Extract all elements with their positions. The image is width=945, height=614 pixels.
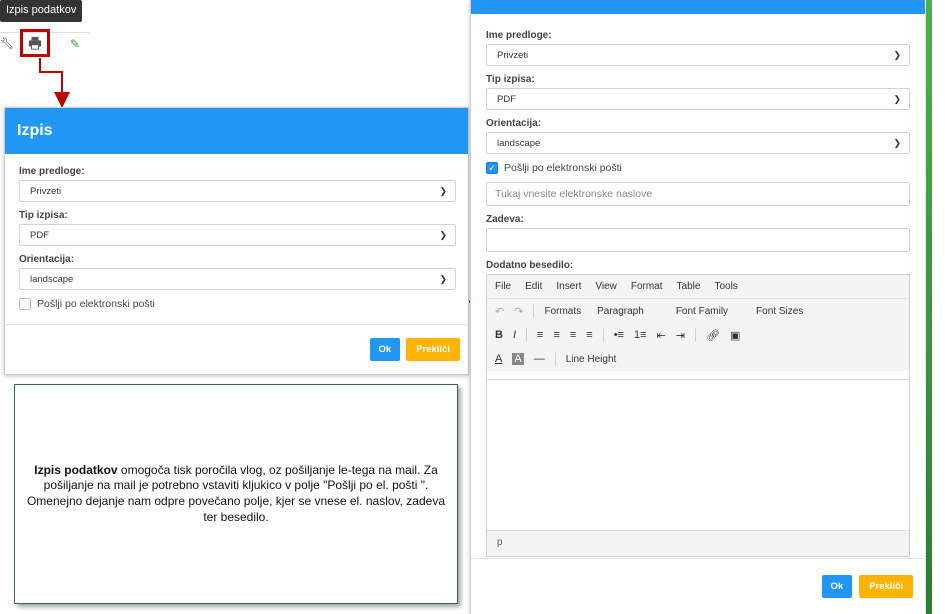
align-center-icon[interactable]: ≡ bbox=[553, 329, 559, 341]
chevron-down-icon: ❯ bbox=[893, 93, 901, 104]
menu-tools[interactable]: Tools bbox=[714, 281, 737, 292]
chevron-down-icon: ❯ bbox=[439, 273, 447, 284]
orientation-select[interactable]: landscape ❯ bbox=[486, 132, 910, 154]
arrow-print-to-modal bbox=[39, 58, 70, 108]
orientation-label: Orientacija: bbox=[19, 254, 75, 265]
undo-icon[interactable]: ↶ bbox=[495, 305, 504, 318]
template-select[interactable]: Privzeti ❯ bbox=[19, 180, 456, 202]
link-icon[interactable]: 🔗︎ bbox=[706, 329, 720, 342]
dialog-title: Izpis bbox=[5, 108, 468, 154]
align-justify-icon[interactable]: ≡ bbox=[586, 329, 592, 341]
editor-menubar: File Edit Insert View Format Table Tools bbox=[487, 275, 909, 299]
menu-format[interactable]: Format bbox=[631, 281, 663, 292]
template-label: Ime predloge: bbox=[486, 30, 552, 41]
row-toolbar: 🔧︎ ✎ bbox=[0, 29, 90, 57]
menu-edit[interactable]: Edit bbox=[525, 281, 542, 292]
print-dialog-small: Izpis Ime predloge: Privzeti ❯ Tip izpisa… bbox=[4, 107, 469, 375]
italic-icon[interactable]: I bbox=[513, 329, 516, 341]
image-icon[interactable]: ▣ bbox=[730, 329, 740, 342]
numbered-list-icon[interactable]: 1≡ bbox=[634, 329, 647, 341]
chevron-down-icon: ❯ bbox=[439, 229, 447, 240]
print-button[interactable] bbox=[20, 29, 50, 57]
redo-icon[interactable]: ↷ bbox=[514, 305, 523, 318]
type-label: Tip izpisa: bbox=[19, 210, 68, 221]
chevron-down-icon: ❯ bbox=[439, 185, 447, 196]
type-label: Tip izpisa: bbox=[486, 74, 535, 85]
cancel-button[interactable]: Prekliči bbox=[406, 338, 460, 361]
align-right-icon[interactable]: ≡ bbox=[570, 329, 576, 341]
editor-statusbar: p bbox=[487, 530, 909, 556]
rich-text-editor: File Edit Insert View Format Table Tools… bbox=[486, 274, 910, 557]
orientation-select[interactable]: landscape ❯ bbox=[19, 268, 456, 290]
editor-toolbar-2: B I ≡ ≡ ≡ ≡ •≡ 1≡ ⇤ ⇥ 🔗︎ ▣ bbox=[487, 323, 909, 347]
horizontal-line-icon[interactable]: ― bbox=[534, 353, 545, 365]
ok-button[interactable]: Ok bbox=[821, 575, 853, 598]
align-left-icon[interactable]: ≡ bbox=[537, 329, 543, 341]
bold-icon[interactable]: B bbox=[495, 329, 503, 341]
editor-toolbar-3: A A ― Line Height bbox=[487, 347, 909, 371]
paragraph-dropdown[interactable]: Paragraph bbox=[597, 306, 644, 317]
font-family-dropdown[interactable]: Font Family bbox=[676, 306, 728, 317]
menu-view[interactable]: View bbox=[595, 281, 617, 292]
chevron-down-icon: ❯ bbox=[893, 49, 901, 60]
orientation-label: Orientacija: bbox=[486, 118, 542, 129]
email-input[interactable]: Tukaj vnesite elektronske naslove bbox=[486, 182, 910, 206]
type-select[interactable]: PDF ❯ bbox=[19, 224, 456, 246]
menu-insert[interactable]: Insert bbox=[556, 281, 581, 292]
cancel-button[interactable]: Prekliči bbox=[859, 575, 913, 598]
tooltip: Izpis podatkov bbox=[0, 0, 83, 22]
template-select[interactable]: Privzeti ❯ bbox=[486, 44, 910, 66]
subject-input[interactable] bbox=[486, 228, 910, 252]
type-select[interactable]: PDF ❯ bbox=[486, 88, 910, 110]
print-dialog-large: Ime predloge: Privzeti ❯ Tip izpisa: PDF ❯… bbox=[470, 0, 925, 614]
text-color-icon[interactable]: A bbox=[495, 353, 502, 365]
subject-label: Zadeva: bbox=[486, 214, 524, 225]
editor-toolbar-1: ↶ ↷ Formats Paragraph Font Family Font S… bbox=[487, 299, 909, 323]
bullet-list-icon[interactable]: •≡ bbox=[614, 329, 624, 341]
background-color-icon[interactable]: A bbox=[512, 353, 524, 365]
background-edge bbox=[926, 0, 932, 614]
menu-table[interactable]: Table bbox=[677, 281, 701, 292]
caption-bold: Izpis podatkov bbox=[34, 462, 118, 477]
print-icon bbox=[28, 36, 42, 50]
font-sizes-dropdown[interactable]: Font Sizes bbox=[756, 306, 803, 317]
wrench-icon[interactable]: 🔧︎ bbox=[0, 37, 14, 50]
line-height-dropdown[interactable]: Line Height bbox=[566, 354, 617, 365]
formats-dropdown[interactable]: Formats bbox=[544, 306, 581, 317]
pencil-icon[interactable]: ✎ bbox=[70, 37, 80, 51]
editor-content[interactable] bbox=[487, 379, 909, 530]
menu-file[interactable]: File bbox=[495, 281, 511, 292]
body-label: Dodatno besedilo: bbox=[486, 260, 574, 271]
dialog-header bbox=[471, 0, 925, 14]
outdent-icon[interactable]: ⇤ bbox=[657, 329, 666, 342]
email-checkbox[interactable]: ✓ bbox=[486, 162, 498, 174]
caption-box: Izpis podatkov omogoča tisk poročila vlo… bbox=[14, 384, 458, 604]
email-checkbox[interactable] bbox=[19, 298, 31, 310]
template-label: Ime predloge: bbox=[19, 166, 85, 177]
ok-button[interactable]: Ok bbox=[369, 338, 401, 361]
indent-icon[interactable]: ⇥ bbox=[676, 329, 685, 342]
email-checkbox-label: Pošlji po elektronski pošti bbox=[37, 298, 155, 310]
chevron-down-icon: ❯ bbox=[893, 137, 901, 148]
email-checkbox-label: Pošlji po elektronski pošti bbox=[504, 162, 622, 174]
